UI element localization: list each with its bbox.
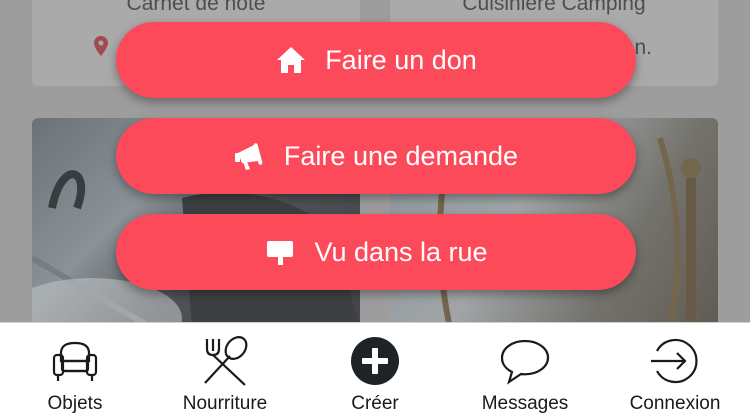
tab-nourriture[interactable]: Nourriture <box>150 323 300 420</box>
tab-messages-label: Messages <box>481 393 569 414</box>
tab-objets-label: Objets <box>47 393 103 414</box>
fork-spoon-icon <box>204 336 248 386</box>
seen-in-street-button-label: Vu dans la rue <box>314 236 488 267</box>
tab-objets[interactable]: Objets <box>0 323 150 420</box>
tab-nourriture-label: Nourriture <box>182 393 268 414</box>
armchair-icon <box>52 341 98 381</box>
request-button[interactable]: Faire une demande <box>116 118 636 194</box>
seen-in-street-button[interactable]: Vu dans la rue <box>116 214 636 290</box>
speech-sign-icon <box>264 236 296 268</box>
tab-messages[interactable]: Messages <box>450 323 600 420</box>
tab-creer-label: Créer <box>351 393 399 414</box>
home-icon <box>275 44 307 76</box>
bottom-tab-bar: Objets Nourriture Créer Messages Connexi… <box>0 322 750 420</box>
login-arrow-icon <box>651 338 698 384</box>
tab-connexion-label: Connexion <box>629 393 721 414</box>
chat-bubble-icon <box>500 339 550 385</box>
tab-creer[interactable]: Créer <box>300 323 450 420</box>
megaphone-icon <box>234 140 266 172</box>
donate-button[interactable]: Faire un don <box>116 22 636 98</box>
tab-connexion[interactable]: Connexion <box>600 323 750 420</box>
donate-button-label: Faire un don <box>325 44 477 75</box>
plus-circle-icon <box>351 337 399 385</box>
request-button-label: Faire une demande <box>283 140 519 171</box>
